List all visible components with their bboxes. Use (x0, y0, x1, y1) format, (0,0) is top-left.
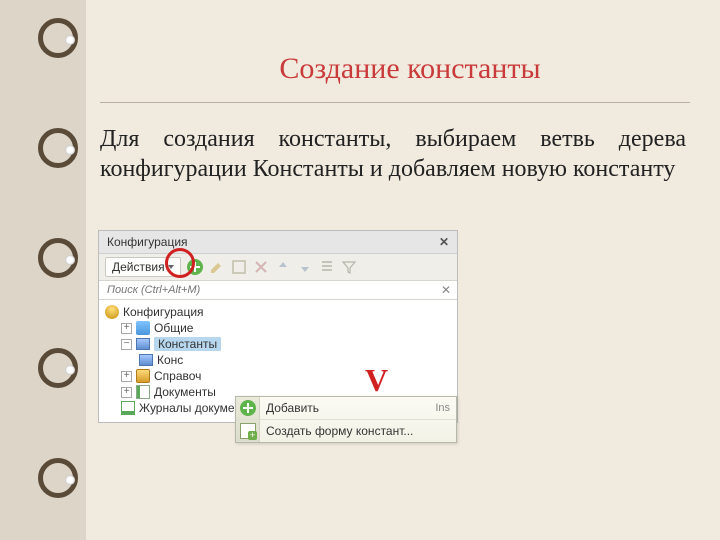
binding-ring (38, 18, 78, 58)
tree-item-const-child[interactable]: Конс (103, 352, 457, 368)
binding-ring (38, 348, 78, 388)
tree-item-label: Общие (154, 321, 193, 335)
props-icon[interactable] (231, 259, 247, 275)
add-icon (240, 400, 256, 416)
expand-icon[interactable]: + (121, 371, 132, 382)
binding-ring (38, 238, 78, 278)
journal-icon (121, 401, 135, 415)
context-menu-add[interactable]: Добавить Ins (236, 397, 456, 419)
window-titlebar: Конфигурация ✕ (99, 231, 457, 254)
add-icon[interactable] (187, 259, 203, 275)
collapse-icon[interactable]: − (121, 339, 132, 350)
close-icon[interactable]: ✕ (439, 235, 449, 249)
tree-root-label: Конфигурация (123, 305, 204, 319)
context-menu-create-form[interactable]: Создать форму констант... (236, 419, 456, 442)
binding-ring (38, 458, 78, 498)
delete-icon[interactable] (253, 259, 269, 275)
move-up-icon[interactable] (275, 259, 291, 275)
filter-icon[interactable] (341, 259, 357, 275)
context-menu-create-form-label: Создать форму констант... (266, 424, 413, 438)
actions-dropdown[interactable]: Действия (105, 257, 181, 277)
constants-icon (136, 338, 150, 350)
form-icon (240, 423, 256, 439)
edit-icon[interactable] (209, 259, 225, 275)
tree-item-label: Конс (157, 353, 183, 367)
tree-item-constants[interactable]: − Константы (103, 336, 457, 352)
toolbar: Действия (99, 254, 457, 281)
slide-body: Для создания константы, выбираем ветвь д… (100, 124, 686, 184)
search-input[interactable] (105, 283, 441, 297)
window-title-text: Конфигурация (107, 235, 188, 249)
config-window: Конфигурация ✕ Действия ✕ Конфигурация +… (98, 230, 458, 423)
catalog-icon (136, 369, 150, 383)
config-tree: Конфигурация + Общие − Константы Конс + … (99, 300, 457, 422)
tree-item-label: Документы (154, 385, 216, 399)
context-menu: Добавить Ins Создать форму констант... (235, 396, 457, 443)
clear-search-icon[interactable]: ✕ (441, 283, 451, 297)
tree-root-row[interactable]: Конфигурация (103, 304, 457, 320)
database-icon (105, 305, 119, 319)
constant-item-icon (139, 354, 153, 366)
slide-title: Создание константы (150, 52, 670, 86)
context-menu-add-label: Добавить (266, 401, 319, 415)
horizontal-rule (100, 102, 690, 103)
tree-item-catalogs[interactable]: + Справоч (103, 368, 457, 384)
move-down-icon[interactable] (297, 259, 313, 275)
folder-icon (136, 321, 150, 335)
spiral-binding (0, 0, 86, 540)
tree-item-label: Справоч (154, 369, 201, 383)
binding-ring (38, 128, 78, 168)
chevron-down-icon (168, 265, 174, 269)
actions-label: Действия (112, 260, 165, 274)
document-icon (136, 385, 150, 399)
context-menu-add-shortcut: Ins (435, 402, 450, 414)
tree-item-common[interactable]: + Общие (103, 320, 457, 336)
search-bar: ✕ (99, 281, 457, 300)
expand-icon[interactable]: + (121, 323, 132, 334)
tree-item-label-selected: Константы (154, 337, 221, 351)
expand-icon[interactable]: + (121, 387, 132, 398)
list-icon[interactable] (319, 259, 335, 275)
